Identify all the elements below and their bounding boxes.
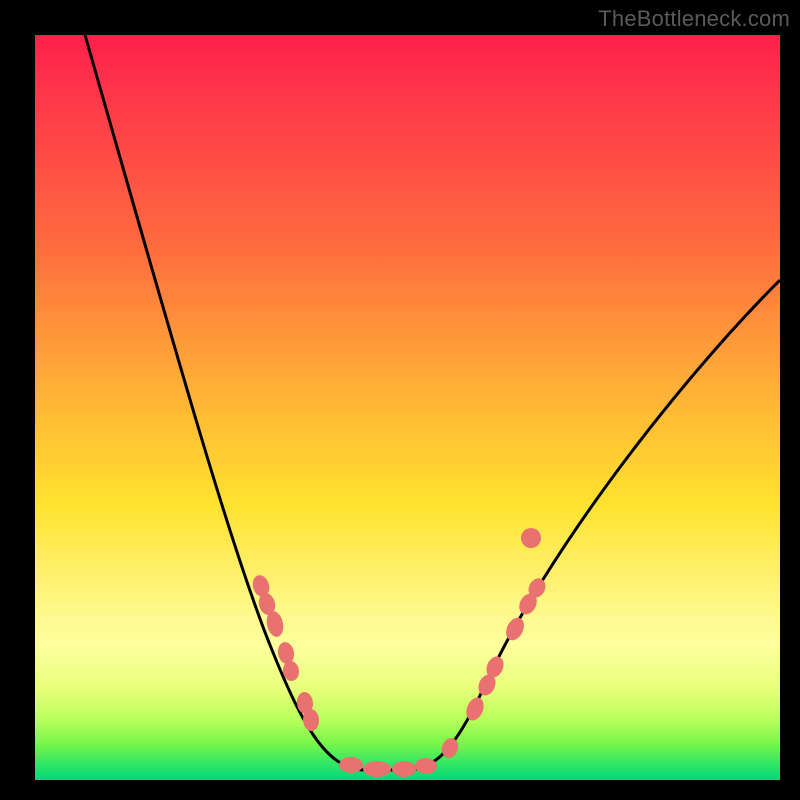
bottleneck-curve [85,35,780,770]
curve-marker [503,615,528,644]
curve-marker [392,761,416,777]
plot-area [35,35,780,780]
curve-marker [339,757,363,773]
chart-svg [35,35,780,780]
curve-marker [521,528,541,548]
curve-markers [250,528,548,777]
chart-frame: TheBottleneck.com [0,0,800,800]
watermark-text: TheBottleneck.com [598,6,790,32]
curve-marker [363,761,391,777]
